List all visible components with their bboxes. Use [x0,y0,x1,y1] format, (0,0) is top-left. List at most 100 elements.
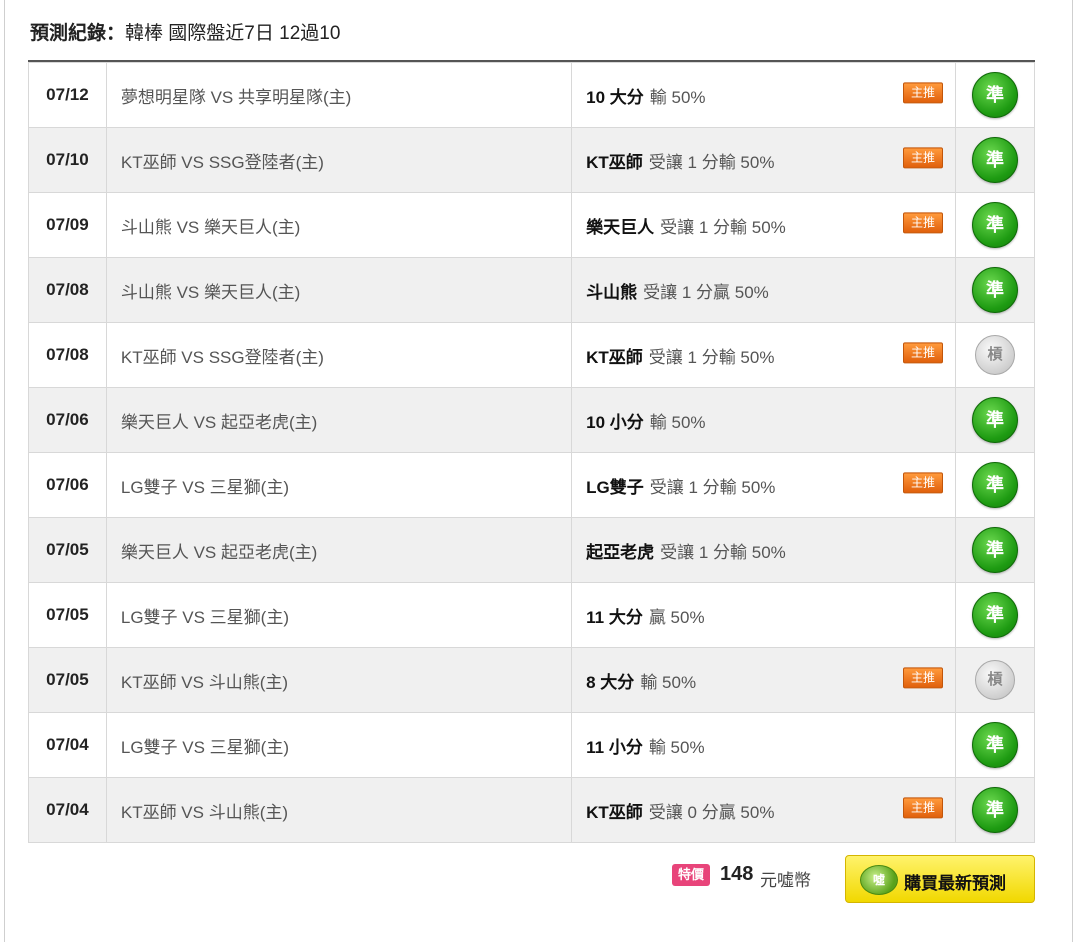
result-hit-icon: 準 [972,137,1019,183]
result-hit-icon: 準 [972,202,1019,248]
row-result: 槓 [955,322,1035,388]
row-pick: 斗山熊 受讓 1 分贏 50% [571,257,957,323]
featured-pick-badge: 主推 [903,342,944,364]
pick-main: 起亞老虎 [586,542,655,562]
price-unit: 元噓幣 [760,871,811,890]
row-result: 準 [955,62,1035,128]
row-date: 07/06 [28,452,107,518]
price-value: 148 [720,863,754,885]
pick-detail: 受讓 1 分輸 50% [660,217,786,237]
table-row: 07/06 LG雙子 VS 三星獅(主) LG雙子 受讓 1 分輸 50% 主推 準 [28,452,1035,518]
row-pick: LG雙子 受讓 1 分輸 50% 主推 [571,452,957,518]
table-row: 07/09 斗山熊 VS 樂天巨人(主) 樂天巨人 受讓 1 分輸 50% 主推 準 [28,192,1035,258]
pick-detail: 輸 50% [640,672,697,692]
result-hit-icon: 準 [972,462,1019,508]
frame-left-border [4,0,5,942]
coin-icon: 噓 [860,865,898,895]
pick-detail: 輸 50% [648,737,705,757]
row-matchup: LG雙子 VS 三星獅(主) [105,452,573,518]
row-matchup: 斗山熊 VS 樂天巨人(主) [105,257,573,323]
row-matchup: 斗山熊 VS 樂天巨人(主) [105,192,573,258]
row-pick: 11 大分贏 50% [571,582,957,648]
table-row: 07/05 LG雙子 VS 三星獅(主) 11 大分贏 50% 準 [28,582,1035,648]
row-date: 07/05 [28,647,107,713]
pick-main: KT巫師 [586,802,643,822]
pick-main: 10 大分 [586,87,644,107]
pick-detail: 輸 50% [649,87,706,107]
row-date: 07/05 [28,582,107,648]
result-hit-icon: 準 [972,787,1019,833]
row-matchup: 樂天巨人 VS 起亞老虎(主) [105,387,573,453]
page-title: 預測紀錄：韓棒 國際盤近7日 12過10 [30,18,340,45]
table-row: 07/10 KT巫師 VS SSG登陸者(主) KT巫師 受讓 1 分輸 50% 主推 準 [28,127,1035,193]
row-matchup: 夢想明星隊 VS 共享明星隊(主) [105,62,573,128]
featured-pick-badge: 主推 [903,147,944,169]
row-result: 準 [955,712,1035,778]
table-row: 07/05 KT巫師 VS 斗山熊(主) 8 大分輸 50% 主推 槓 [28,647,1035,713]
pick-main: 樂天巨人 [586,217,655,237]
pick-detail: 受讓 1 分輸 50% [648,152,775,172]
row-date: 07/10 [28,127,107,193]
pick-main: 8 大分 [586,672,635,692]
pick-detail: 受讓 1 分輸 50% [660,542,786,562]
result-hit-icon: 準 [972,397,1019,443]
prediction-table: 07/12 夢想明星隊 VS 共享明星隊(主) 10 大分輸 50% 主推準 07/10… [28,62,1035,843]
buy-prediction-button[interactable]: 噓 購買最新預測 [845,855,1035,903]
row-pick: KT巫師 受讓 0 分贏 50% 主推 [571,777,957,843]
row-result: 準 [955,582,1035,648]
row-matchup: KT巫師 VS SSG登陸者(主) [105,127,573,193]
row-date: 07/04 [28,777,107,843]
buy-button-label: 購買最新預測 [904,874,1006,893]
result-push-icon: 槓 [975,660,1016,700]
title-summary: 韓棒 國際盤近7日 12過10 [125,23,341,44]
row-matchup: KT巫師 VS 斗山熊(主) [105,647,573,713]
result-hit-icon: 準 [972,72,1019,118]
featured-pick-badge: 主推 [903,212,944,234]
row-pick: 起亞老虎 受讓 1 分輸 50% [571,517,957,583]
row-result: 準 [955,192,1035,258]
row-date: 07/08 [28,257,107,323]
row-result: 準 [955,127,1035,193]
pick-main: 11 大分 [586,607,643,627]
result-hit-icon: 準 [972,527,1019,573]
row-date: 07/08 [28,322,107,388]
row-pick: 10 小分輸 50% [571,387,957,453]
pick-main: LG雙子 [586,477,644,497]
table-row: 07/06 樂天巨人 VS 起亞老虎(主) 10 小分輸 50% 準 [28,387,1035,453]
special-price-badge: 特價 [672,864,710,886]
row-result: 準 [955,777,1035,843]
table-row: 07/04 LG雙子 VS 三星獅(主) 11 小分輸 50% 準 [28,712,1035,778]
purchase-bar: 特價 148 元噓幣 噓 購買最新預測 [0,855,1080,907]
pick-main: 斗山熊 [586,282,638,302]
result-hit-icon: 準 [972,592,1019,638]
row-pick: 10 大分輸 50% 主推 [571,62,957,128]
pick-detail: 贏 50% [648,607,705,627]
row-date: 07/05 [28,517,107,583]
title-label: 預測紀錄： [30,23,126,44]
pick-detail: 受讓 1 分輸 50% [649,477,776,497]
row-matchup: KT巫師 VS SSG登陸者(主) [105,322,573,388]
table-row: 07/08 KT巫師 VS SSG登陸者(主) KT巫師 受讓 1 分輸 50% 主推 槓 [28,322,1035,388]
row-date: 07/12 [28,62,107,128]
row-result: 槓 [955,647,1035,713]
table-row: 07/04 KT巫師 VS 斗山熊(主) KT巫師 受讓 0 分贏 50% 主推 準 [28,777,1035,843]
row-pick: KT巫師 受讓 1 分輸 50% 主推 [571,127,957,193]
featured-pick-badge: 主推 [903,82,944,104]
row-result: 準 [955,452,1035,518]
pick-main: 11 小分 [586,737,643,757]
row-pick: KT巫師 受讓 1 分輸 50% 主推 [571,322,957,388]
row-date: 07/06 [28,387,107,453]
featured-pick-badge: 主推 [903,667,944,689]
row-matchup: LG雙子 VS 三星獅(主) [105,582,573,648]
row-pick: 11 小分輸 50% [571,712,957,778]
pick-detail: 輸 50% [649,412,706,432]
featured-pick-badge: 主推 [903,797,944,819]
row-matchup: KT巫師 VS 斗山熊(主) [105,777,573,843]
row-matchup: LG雙子 VS 三星獅(主) [105,712,573,778]
table-row: 07/05 樂天巨人 VS 起亞老虎(主) 起亞老虎 受讓 1 分輸 50% 準 [28,517,1035,583]
row-date: 07/09 [28,192,107,258]
frame-right-border [1072,0,1073,942]
table-row: 07/08 斗山熊 VS 樂天巨人(主) 斗山熊 受讓 1 分贏 50% 準 [28,257,1035,323]
row-result: 準 [955,387,1035,453]
row-date: 07/04 [28,712,107,778]
